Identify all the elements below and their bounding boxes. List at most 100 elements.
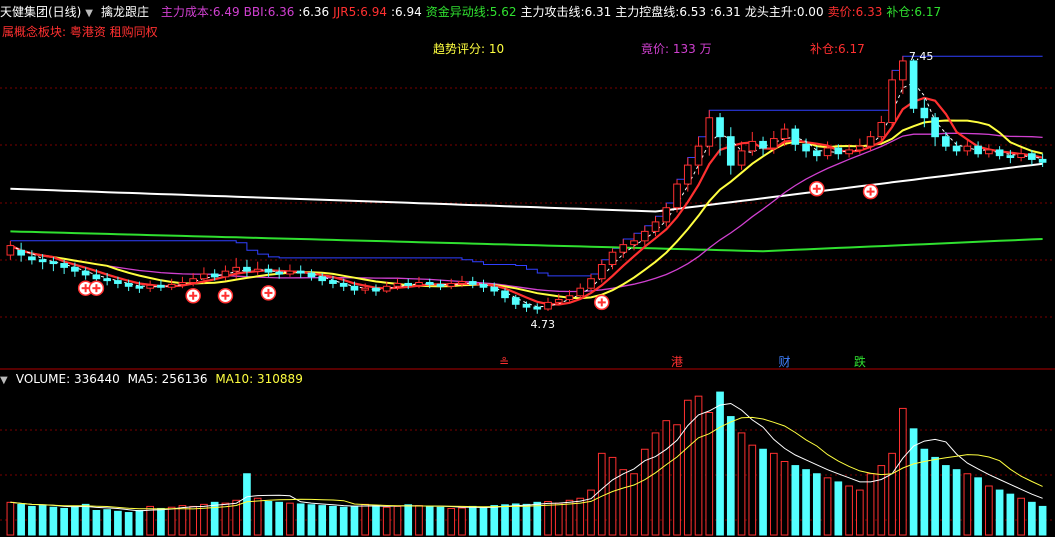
candle-body — [845, 149, 853, 155]
volume-bar — [1017, 497, 1025, 536]
candle-body — [38, 259, 47, 263]
volume-bar — [318, 505, 327, 536]
candle-body — [221, 270, 230, 278]
candle-body — [909, 60, 918, 109]
volume-bar — [264, 501, 273, 536]
candle-body — [275, 271, 284, 275]
volume-bar — [823, 477, 832, 536]
event-marker: 财 — [779, 355, 791, 369]
ma-green-line — [10, 230, 1043, 253]
volume-bar — [372, 505, 380, 536]
candle-body — [339, 282, 348, 287]
volume-bar — [974, 477, 982, 536]
candle-body — [178, 282, 187, 285]
candle-body — [146, 284, 154, 289]
volume-bar — [275, 501, 284, 536]
volume-bar — [17, 503, 25, 536]
candle-body — [1006, 155, 1015, 159]
volume-bar — [501, 504, 509, 536]
volume-bar — [296, 503, 305, 536]
volume-bar — [597, 452, 606, 536]
volume-bar — [759, 448, 767, 536]
ma5-value: 256136 — [161, 372, 208, 386]
volume-bar — [425, 505, 434, 536]
volume-bar — [899, 407, 907, 536]
volume-bar — [630, 473, 638, 536]
candle-body — [780, 128, 789, 140]
volume-bar — [1028, 501, 1036, 536]
volume-bar — [458, 507, 466, 536]
volume-bar — [71, 505, 79, 536]
volume-bar — [490, 505, 499, 536]
volume-bar — [651, 432, 660, 536]
volume-bar — [673, 424, 681, 536]
volume-bar — [769, 452, 778, 536]
volume-bar — [38, 505, 47, 536]
chart-window: 天健集团(日线) ▼ 擒龙跟庄 主力成本:6.49 BBI:6.36:6.36 JJ… — [0, 0, 1055, 537]
volume-bars — [6, 391, 1047, 536]
candle-body — [361, 287, 370, 291]
volume-bar — [178, 505, 187, 536]
candle-body — [92, 274, 101, 280]
candle-body — [436, 283, 445, 287]
volume-bar — [329, 505, 337, 536]
candle-body — [17, 249, 25, 256]
candle-body — [458, 281, 466, 284]
candle-body — [60, 263, 68, 268]
candle-body — [404, 282, 413, 286]
candle-body — [651, 221, 660, 232]
volume-bar — [533, 501, 542, 536]
volume-value: 336440 — [73, 372, 120, 386]
volume-bar — [716, 391, 724, 536]
candle-body — [985, 149, 993, 155]
candle-body — [501, 290, 509, 299]
volume-bar — [608, 456, 617, 536]
candle-body — [952, 145, 961, 152]
volume-bar — [157, 507, 165, 536]
candle-body — [189, 278, 198, 284]
dropdown-arrow-icon[interactable]: ▼ — [0, 375, 12, 386]
box-line — [10, 55, 1043, 277]
price-chart[interactable]: 7.45 4.73 ≗ 港 财 跌 — [0, 0, 1055, 537]
volume-bar — [834, 481, 843, 536]
ma10-value: 310889 — [257, 372, 303, 386]
volume-bar — [135, 510, 144, 536]
candle-body — [888, 79, 896, 123]
candle-body — [619, 244, 628, 253]
candle-body — [726, 136, 735, 166]
candle-body — [264, 268, 273, 273]
candle-body — [103, 278, 111, 282]
candle-body — [544, 301, 552, 310]
volume-bar — [780, 461, 789, 536]
candle-body — [802, 143, 810, 152]
candle-body — [157, 284, 165, 288]
candle-body — [995, 149, 1004, 157]
volume-bar — [619, 469, 628, 536]
volume-bar — [888, 452, 896, 536]
candle-body — [866, 136, 875, 147]
ma-yellow-line — [9, 119, 1043, 300]
candle-body — [812, 150, 821, 157]
volume-bar — [845, 485, 853, 536]
candle-body — [716, 117, 724, 138]
volume-bar — [243, 473, 251, 536]
volume-bar — [307, 504, 316, 536]
volume-bar — [253, 497, 262, 536]
volume-bar — [812, 473, 821, 536]
candle-body — [673, 183, 681, 209]
volume-bar — [382, 506, 391, 536]
volume-bar — [468, 505, 477, 536]
volume-bar — [436, 506, 445, 536]
candle-body — [114, 280, 122, 284]
candle-body — [71, 266, 79, 272]
candle-body — [899, 60, 907, 81]
candle-body — [135, 285, 144, 289]
candle-body — [296, 270, 305, 274]
candle-body — [329, 280, 337, 284]
candle-body — [49, 261, 58, 265]
candle-body — [318, 276, 327, 282]
volume-bar — [361, 503, 370, 536]
indicator-lines — [9, 55, 1043, 308]
candle-body — [232, 266, 241, 272]
volume-bar — [963, 473, 972, 536]
